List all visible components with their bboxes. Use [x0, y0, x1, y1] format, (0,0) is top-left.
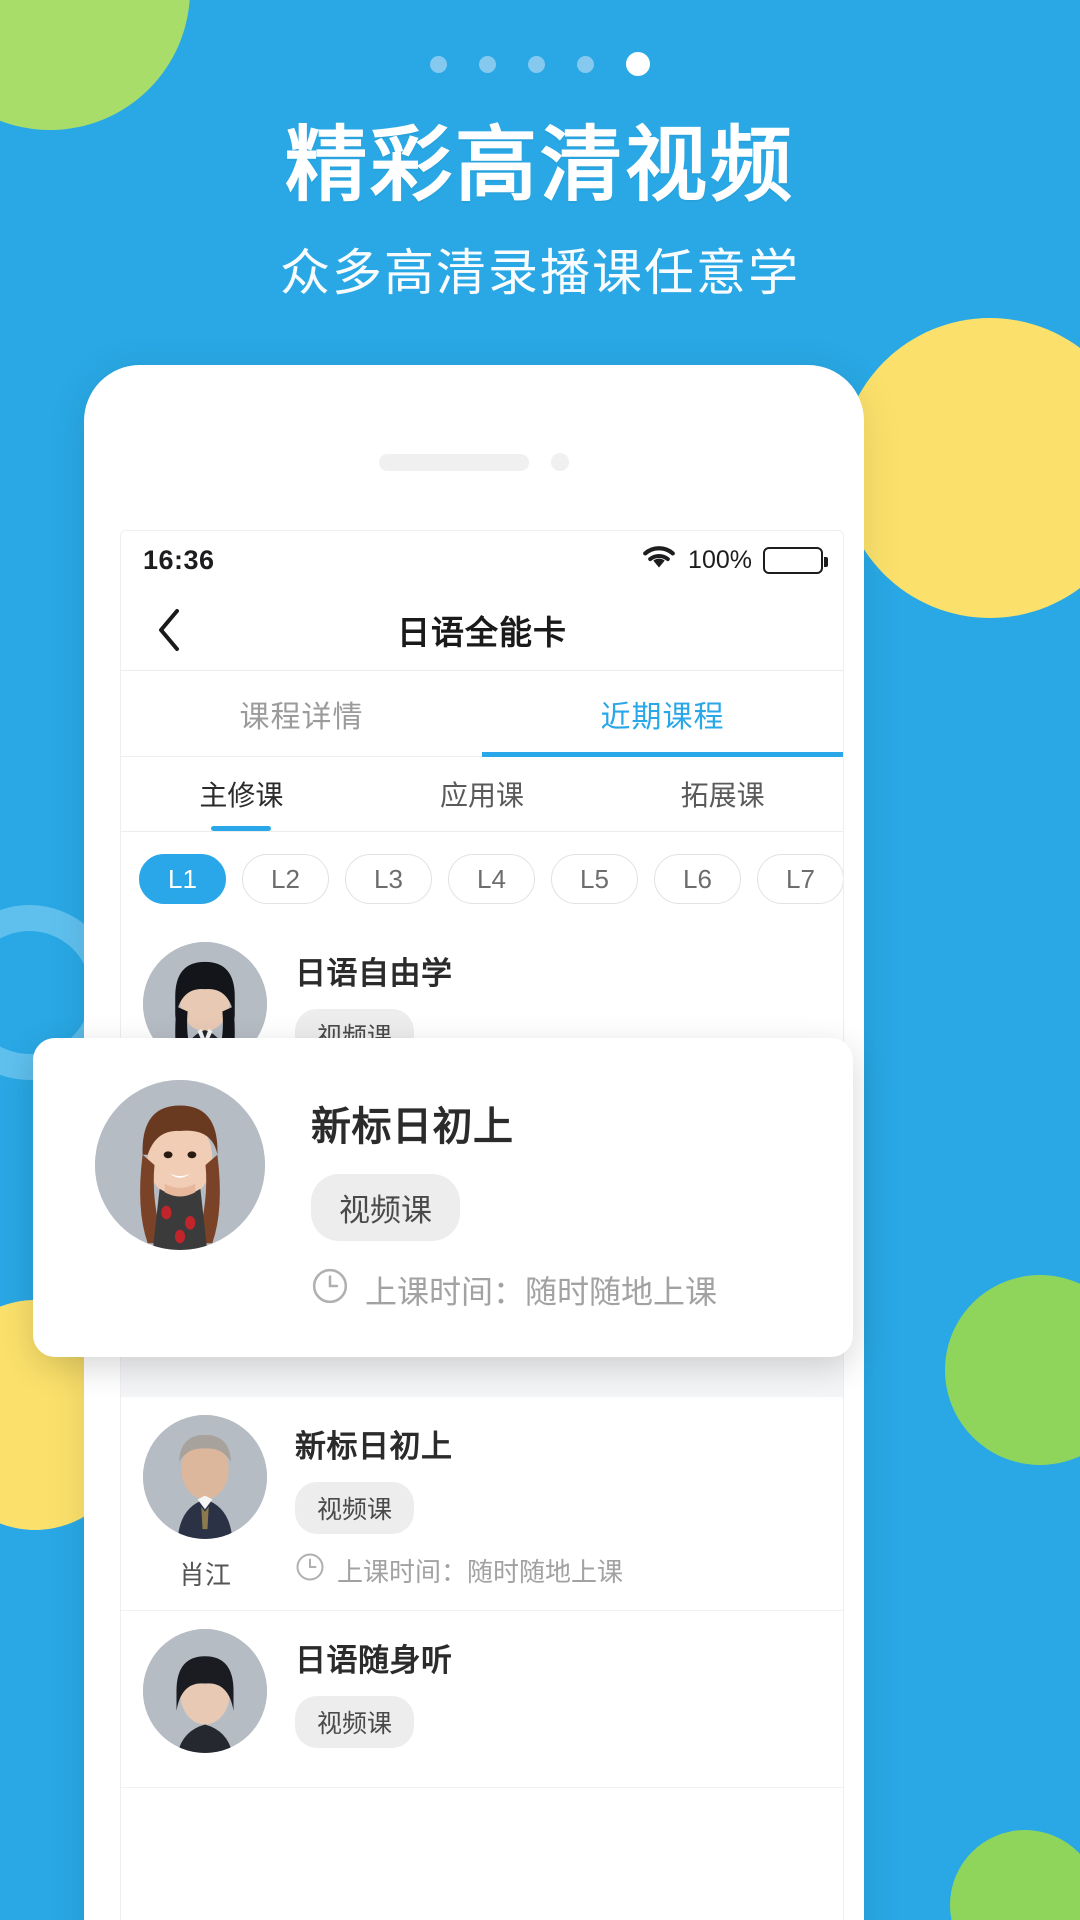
course-info: 新标日初上 视频课 上课时间：随时随地上课	[311, 1080, 813, 1313]
battery-icon	[763, 546, 828, 574]
subtab-extension-course[interactable]: 拓展课	[602, 757, 843, 831]
phone-speaker-grille	[379, 453, 529, 471]
course-subtabs: 主修课 应用课 拓展课	[121, 757, 843, 832]
status-bar-indicators: 100%	[641, 544, 828, 576]
avatar	[143, 1629, 267, 1753]
avatar	[95, 1080, 265, 1250]
status-bar: 16:36 100%	[121, 531, 843, 589]
level-pill-l7[interactable]: L7	[757, 854, 843, 904]
level-pill-l5[interactable]: L5	[551, 854, 638, 904]
course-title: 日语自由学	[295, 956, 453, 991]
level-filter-bar: L1 L2 L3 L4 L5 L6 L7	[121, 832, 843, 924]
chevron-left-icon[interactable]	[147, 608, 191, 652]
pagination-dot-4[interactable]	[577, 55, 594, 73]
wifi-icon	[641, 544, 677, 576]
pagination-dot-1[interactable]	[430, 55, 447, 73]
battery-percent-label: 100%	[688, 545, 752, 574]
pagination-dot-5-active[interactable]	[626, 52, 650, 76]
status-bar-time: 16:36	[143, 544, 215, 575]
pagination-dots[interactable]	[0, 52, 1080, 76]
pagination-dot-3[interactable]	[528, 55, 545, 73]
page-title: 日语全能卡	[397, 613, 567, 651]
course-time-text: 上课时间：随时随地上课	[365, 1274, 718, 1310]
level-pill-l3[interactable]: L3	[345, 854, 432, 904]
phone-front-camera	[551, 453, 569, 471]
clock-icon	[295, 1552, 325, 1589]
course-list-item[interactable]: 日语随身听 视频课	[121, 1611, 843, 1788]
course-time-row: 上课时间：随时随地上课	[295, 1552, 819, 1589]
course-info: 新标日初上 视频课 上课时间：随时随地上课	[295, 1415, 819, 1589]
highlighted-course-card[interactable]: 新标日初上 视频课 上课时间：随时随地上课	[33, 1038, 853, 1357]
course-list-item[interactable]: 肖江 新标日初上 视频课 上课时间：随时随地上课	[121, 1397, 843, 1611]
status-badge: 视频课	[295, 1482, 415, 1534]
level-pill-l6[interactable]: L6	[654, 854, 741, 904]
status-badge: 视频课	[311, 1174, 460, 1241]
teacher-avatar-block: 肖江	[143, 1415, 267, 1592]
course-time-row: 上课时间：随时随地上课	[311, 1267, 813, 1313]
level-pill-l4[interactable]: L4	[448, 854, 535, 904]
phone-speaker-notch	[84, 453, 864, 471]
clock-icon	[311, 1267, 349, 1313]
course-info: 日语随身听 视频课	[295, 1629, 819, 1748]
level-pill-l2[interactable]: L2	[242, 854, 329, 904]
tab-course-detail[interactable]: 课程详情	[121, 671, 482, 756]
promo-text-block: 精彩高清视频 众多高清录播课任意学	[0, 120, 1080, 305]
subtab-applied-course[interactable]: 应用课	[362, 757, 603, 831]
status-badge: 视频课	[295, 1696, 415, 1748]
course-tabs: 课程详情 近期课程	[121, 671, 843, 757]
decoration-circle-green-bottom	[950, 1830, 1080, 1920]
avatar	[143, 1415, 267, 1539]
decoration-circle-yellow-right	[840, 318, 1080, 618]
level-pill-l1[interactable]: L1	[139, 854, 226, 904]
teacher-name: 肖江	[178, 1560, 231, 1590]
navigation-bar: 日语全能卡	[121, 589, 843, 671]
subtab-major-course[interactable]: 主修课	[121, 757, 362, 831]
course-title: 日语随身听	[295, 1643, 453, 1678]
course-title: 新标日初上	[295, 1429, 453, 1464]
course-title: 新标日初上	[311, 1105, 514, 1149]
decoration-circle-green-bottom-right	[945, 1275, 1080, 1465]
teacher-avatar-block	[143, 1629, 267, 1769]
tab-recent-courses[interactable]: 近期课程	[482, 671, 843, 757]
course-time-text: 上课时间：随时随地上课	[337, 1557, 624, 1587]
promo-headline: 精彩高清视频	[284, 120, 795, 211]
pagination-dot-2[interactable]	[479, 55, 496, 73]
promo-subheadline: 众多高清录播课任意学	[280, 244, 800, 301]
